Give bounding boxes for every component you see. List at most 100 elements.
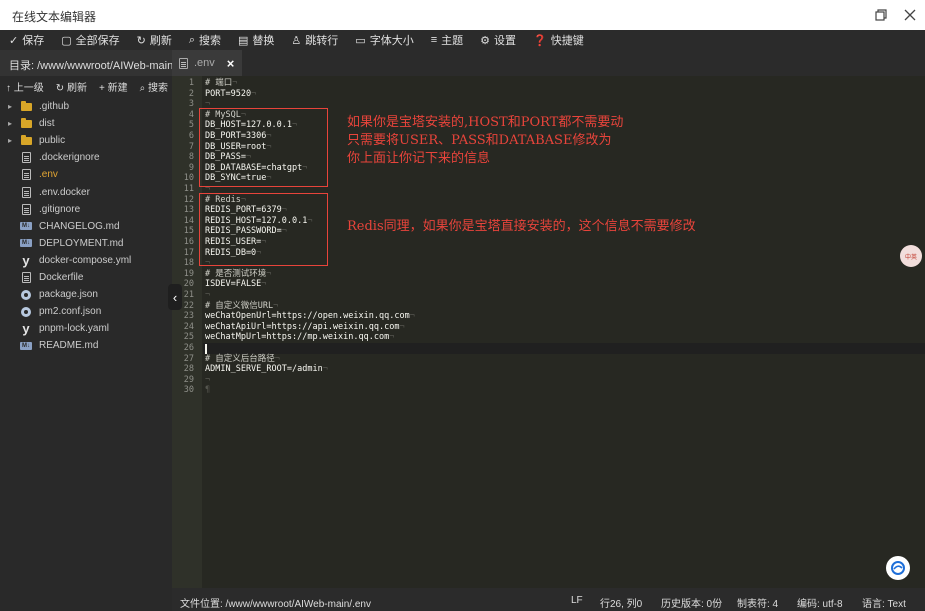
file-icon xyxy=(18,152,34,164)
code-line: ADMIN_SERVE_ROOT=/admin¬ xyxy=(205,364,328,375)
line-end-marker: ¬ xyxy=(205,290,211,300)
go-up-button[interactable]: ↑ 上一级 xyxy=(6,79,44,94)
toolbar-label: 主题 xyxy=(441,35,464,47)
file-item[interactable]: y docker-compose.yml xyxy=(0,252,172,269)
toolbar-label: 快捷键 xyxy=(550,35,584,47)
code-text: # 自定义微信URL xyxy=(205,300,274,311)
assistant-button[interactable] xyxy=(886,556,910,580)
status-language[interactable]: 语言: Text xyxy=(862,595,906,610)
toolbar-label: 跳转行 xyxy=(305,35,339,47)
file-item[interactable]: .env xyxy=(0,166,172,183)
file-name: package.json xyxy=(39,289,98,301)
search-files-button[interactable]: ⌕ 搜索 xyxy=(140,79,168,94)
line-number: 23 xyxy=(183,311,194,322)
file-name: CHANGELOG.md xyxy=(39,220,120,232)
line-number: 30 xyxy=(183,385,194,396)
tab-close-button[interactable]: × xyxy=(227,56,235,71)
window-title: 在线文本编辑器 xyxy=(12,10,97,24)
folder-icon xyxy=(18,134,34,145)
file-item[interactable]: ▸ .github xyxy=(0,98,172,115)
search-button[interactable]: ⌕ 搜索 xyxy=(180,30,229,50)
file-icon xyxy=(18,203,34,215)
file-list: ▸ .github ▸ dist ▸ public .dockerignore .env .en… xyxy=(0,98,172,354)
file-item[interactable]: .gitignore xyxy=(0,201,172,218)
status-encoding[interactable]: 编码: utf-8 xyxy=(797,595,843,610)
text-cursor xyxy=(205,343,207,354)
status-history[interactable]: 历史版本: 0份 xyxy=(661,595,722,610)
status-cursor-position[interactable]: 行26, 列0 xyxy=(600,595,642,610)
file-item[interactable]: M↓ README.md xyxy=(0,337,172,354)
refresh-icon: ↻ xyxy=(136,34,146,47)
goto-line-button[interactable]: ♙ 跳转行 xyxy=(282,30,346,50)
directory-path: 目录: /www/wwwroot/AIWeb-main xyxy=(0,50,172,76)
code-line: weChatOpenUrl=https://open.weixin.qq.com… xyxy=(205,311,415,322)
code-line: # 自定义微信URL¬ xyxy=(205,301,278,312)
editor-toolbar: ✓ 保存 ▢ 全部保存 ↻ 刷新 ⌕ 搜索 ▤ 替换 ♙ 跳转行 ▭ 字体大小 ≡ 主题 ⚙ 设置 ❓ 快捷键 xyxy=(0,30,925,50)
file-name: .dockerignore xyxy=(39,152,100,164)
code-editor[interactable]: 1 2 3 4 5 6 7 8 9 10 11 12 13 14 15 16 17 18 19 20 21 22 23 24 2… xyxy=(172,76,925,588)
assistant-icon xyxy=(891,561,905,575)
line-number: 25 xyxy=(183,332,194,343)
shortcuts-button[interactable]: ❓ 快捷键 xyxy=(524,30,592,50)
save-all-button[interactable]: ▢ 全部保存 xyxy=(52,30,127,50)
file-item[interactable]: ▸ dist xyxy=(0,115,172,132)
font-size-button[interactable]: ▭ 字体大小 xyxy=(346,30,421,50)
file-item[interactable]: M↓ CHANGELOG.md xyxy=(0,218,172,235)
line-number: 29 xyxy=(183,374,194,385)
new-file-button[interactable]: + 新建 xyxy=(99,79,128,94)
line-number: 24 xyxy=(183,321,194,332)
line-number: 28 xyxy=(183,364,194,375)
status-tab-size[interactable]: 制表符: 4 xyxy=(737,595,778,610)
file-name: public xyxy=(39,135,66,147)
restore-icon xyxy=(875,9,887,21)
code-text: # 是否测试环境 xyxy=(205,268,267,279)
toolbar-label: 全部保存 xyxy=(75,35,120,47)
line-number: 27 xyxy=(183,353,194,364)
file-item[interactable]: ▸ public xyxy=(0,132,172,149)
close-window-button[interactable] xyxy=(899,4,921,26)
code-line: weChatApiUrl=https://api.weixin.qq.com¬ xyxy=(205,322,405,333)
expand-arrow-icon: ▸ xyxy=(8,119,13,129)
line-number: 8 xyxy=(188,152,194,163)
markdown-icon: M↓ xyxy=(20,341,32,350)
line-end-marker: ¬ xyxy=(399,321,405,332)
file-name: .env.docker xyxy=(39,186,90,198)
line-number: 3 xyxy=(188,99,194,110)
settings-button[interactable]: ⚙ 设置 xyxy=(471,30,524,50)
theme-button[interactable]: ≡ 主题 xyxy=(422,30,471,50)
save-icon: ✓ xyxy=(9,34,19,47)
code-line: ¬ xyxy=(205,375,210,386)
line-number: 12 xyxy=(183,194,194,205)
collapse-sidebar-button[interactable]: ‹ xyxy=(168,284,182,310)
file-item[interactable]: .dockerignore xyxy=(0,149,172,166)
code-text: # 自定义后台路径 xyxy=(205,353,275,364)
file-name: .github xyxy=(39,101,70,113)
file-name: docker-compose.yml xyxy=(39,254,132,266)
tab-env-file[interactable]: .env × xyxy=(172,50,242,76)
theme-icon: ≡ xyxy=(430,34,438,46)
file-name: Dockerfile xyxy=(39,271,84,283)
refresh-files-button[interactable]: ↻ 刷新 xyxy=(56,79,87,94)
line-end-marker: ¬ xyxy=(266,268,272,279)
code-text: PORT=9520 xyxy=(205,88,252,99)
file-item[interactable]: package.json xyxy=(0,286,172,303)
restore-button[interactable] xyxy=(870,4,892,26)
replace-button[interactable]: ▤ 替换 xyxy=(229,30,282,50)
file-item[interactable]: pm2.conf.json xyxy=(0,303,172,320)
folder-icon xyxy=(18,100,34,111)
refresh-button[interactable]: ↻ 刷新 xyxy=(128,30,180,50)
file-name: .env xyxy=(39,169,58,181)
status-line-ending[interactable]: LF xyxy=(571,595,583,606)
line-number: 1 xyxy=(188,78,194,88)
mysql-annotation-line-3: 你上面让你记下来的信息 xyxy=(347,151,491,166)
translate-button[interactable]: 中英 xyxy=(900,245,922,267)
save-button[interactable]: ✓ 保存 xyxy=(0,30,52,50)
line-number: 18 xyxy=(183,258,194,269)
markdown-icon: M↓ xyxy=(20,239,32,248)
file-item[interactable]: Dockerfile xyxy=(0,269,172,286)
line-end-marker: ¬ xyxy=(205,374,211,385)
file-item[interactable]: .env.docker xyxy=(0,183,172,200)
line-number: 10 xyxy=(183,173,194,184)
file-item[interactable]: y pnpm-lock.yaml xyxy=(0,320,172,337)
file-item[interactable]: M↓ DEPLOYMENT.md xyxy=(0,235,172,252)
